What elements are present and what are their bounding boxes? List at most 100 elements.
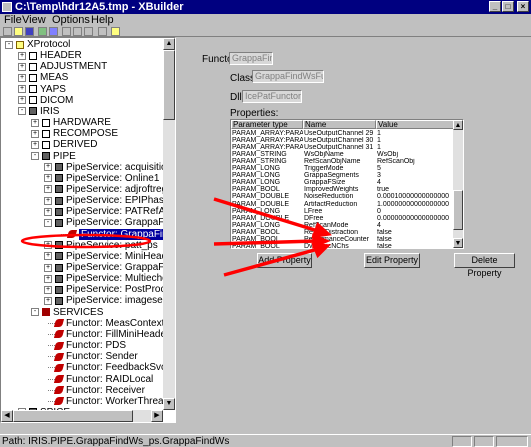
cell-param-type[interactable]: PARAM_BOOL <box>232 236 303 243</box>
cell-param-type[interactable]: PARAM_DOUBLE <box>232 215 303 222</box>
tree-expander-plus-icon[interactable]: + <box>44 285 52 294</box>
tree-item[interactable]: PipeService: MultiechoPipeService <box>66 273 175 284</box>
properties-vscrollbar[interactable]: ▲ ▼ <box>453 120 463 248</box>
cell-param-type[interactable]: PARAM_BOOL <box>232 186 303 193</box>
cell-value[interactable]: 5 <box>377 165 452 172</box>
tree-expander-plus-icon[interactable]: + <box>44 263 52 272</box>
properties-table[interactable]: Parameter type Name Value PARAM_ARRAY:PA… <box>230 119 464 249</box>
tree-expander-plus-icon[interactable]: + <box>44 207 52 216</box>
cell-param-type[interactable]: PARAM_DOUBLE <box>232 193 303 200</box>
tree-hscrollbar[interactable]: ◀ ▶ <box>1 410 163 422</box>
tree-expander-plus-icon[interactable]: + <box>44 163 52 172</box>
tree-item[interactable]: Functor: RAIDLocal <box>66 374 153 385</box>
edit-property-button[interactable]: Edit Property <box>364 253 420 268</box>
cell-value[interactable]: 4 <box>377 222 452 229</box>
menu-view[interactable]: View <box>22 14 46 26</box>
tree-item[interactable]: PipeService: MiniHeadFillDecorator_p <box>66 251 175 262</box>
tree-item[interactable]: PipeService: GrappaFindWs_ps <box>66 217 175 228</box>
tree-item[interactable]: Functor: MeasContext <box>66 318 164 329</box>
tree-item[interactable]: DERIVED <box>53 139 97 150</box>
cell-value[interactable]: 1 <box>377 144 452 151</box>
tree-icon[interactable] <box>38 27 47 36</box>
menu-file[interactable]: File <box>4 14 22 26</box>
col-header-name[interactable]: Name <box>303 120 376 129</box>
cell-name[interactable]: DynamicNChs <box>304 243 376 248</box>
tree-expander-minus-icon[interactable]: - <box>18 107 26 116</box>
tree-vscrollbar[interactable]: ▲ ▼ <box>163 38 175 410</box>
cell-value[interactable]: false <box>377 243 452 248</box>
cell-name[interactable]: UseOutputChannel 30 <box>304 137 376 144</box>
cell-name[interactable]: WsObjName <box>304 151 376 158</box>
paste-icon[interactable] <box>84 27 93 36</box>
tree-item[interactable]: Functor: GrappaFindWs <box>79 228 175 240</box>
cell-value[interactable]: 0.00010000000000000 <box>377 193 452 200</box>
tree-expander-plus-icon[interactable]: + <box>31 140 39 149</box>
cell-name[interactable]: RefScanObjName <box>304 158 376 165</box>
cell-param-type[interactable]: PARAM_BOOL <box>232 229 303 236</box>
tree-item[interactable]: PipeService: PATRefAndImaData <box>66 206 175 217</box>
tree-expander-plus-icon[interactable]: + <box>18 85 26 94</box>
tree-item[interactable]: ADJUSTMENT <box>40 61 107 72</box>
tree-item[interactable]: Functor: WorkerThreadDispenser <box>66 396 175 407</box>
tree-expander-plus-icon[interactable]: + <box>18 73 26 82</box>
tree-expander-minus-icon[interactable]: - <box>31 152 39 160</box>
tree-item[interactable]: RECOMPOSE <box>53 128 118 139</box>
print-icon[interactable] <box>98 27 107 36</box>
tree-item[interactable]: Functor: FeedbackSvc <box>66 362 166 373</box>
tree-expander-plus-icon[interactable]: + <box>44 296 52 305</box>
cell-name[interactable]: ImprovedWeights <box>304 186 376 193</box>
cell-value[interactable]: WsObj <box>377 151 452 158</box>
list-icon[interactable] <box>49 27 58 36</box>
col-header-value[interactable]: Value <box>376 120 455 129</box>
tree-item[interactable]: HARDWARE <box>53 117 111 128</box>
cell-name[interactable]: NoiseReduction <box>304 193 376 200</box>
cell-value[interactable]: 3 <box>377 172 452 179</box>
open-icon[interactable] <box>14 27 23 36</box>
cell-param-type[interactable]: PARAM_DOUBLE <box>232 201 303 208</box>
tree-item[interactable]: PipeService: PostProc <box>66 284 166 295</box>
tree-expander-plus-icon[interactable]: + <box>44 252 52 261</box>
cell-value[interactable]: 4 <box>377 179 452 186</box>
cell-name[interactable]: UseOutputChannel 31 <box>304 144 376 151</box>
tree-item[interactable]: PipeService: adjroftregrid_ps <box>66 184 175 195</box>
functor-field[interactable]: GrappaFindWs <box>229 52 273 65</box>
save-icon[interactable] <box>25 27 34 36</box>
cell-value[interactable]: 0 <box>377 208 452 215</box>
scroll-down-icon[interactable]: ▼ <box>163 398 175 410</box>
copy-icon[interactable] <box>73 27 82 36</box>
cell-name[interactable]: GrappaFSize <box>304 179 376 186</box>
tree-expander-plus-icon[interactable]: + <box>44 274 52 283</box>
tree-hscroll-thumb[interactable] <box>13 410 133 422</box>
cell-param-type[interactable]: PARAM_STRING <box>232 158 303 165</box>
tree-item[interactable]: PipeService: acquisition <box>66 162 172 173</box>
help-icon[interactable] <box>111 27 120 36</box>
cell-value[interactable]: 1 <box>377 130 452 137</box>
props-scroll-thumb[interactable] <box>453 190 463 230</box>
cell-param-type[interactable]: PARAM_LONG <box>232 222 303 229</box>
cell-param-type[interactable]: PARAM_STRING <box>232 151 303 158</box>
tree-expander-plus-icon[interactable]: + <box>31 118 39 127</box>
maximize-button[interactable]: □ <box>502 1 514 12</box>
tree-item[interactable]: PipeService: imagesend_ps <box>66 295 175 306</box>
tree-item[interactable]: IRIS <box>40 106 59 117</box>
tree-item[interactable]: PipeService: EPIPhaseCorrPE_ps <box>66 195 175 206</box>
col-header-type[interactable]: Parameter type <box>231 120 303 129</box>
tree-expander-minus-icon[interactable]: - <box>5 40 13 49</box>
cell-value[interactable]: RefScanObj <box>377 158 452 165</box>
scroll-left-icon[interactable]: ◀ <box>1 410 13 422</box>
cell-name[interactable]: UseOutputChannel 29 <box>304 130 376 137</box>
tree-item[interactable]: PipeService: patt_ps <box>66 240 158 251</box>
cell-value[interactable]: 0.00000000000000000 <box>377 215 452 222</box>
tree-item[interactable]: PipeService: GrappaFunctor_ps <box>66 262 175 273</box>
tree-expander-plus-icon[interactable]: + <box>18 62 26 71</box>
cell-param-type[interactable]: PARAM_LONG <box>232 165 303 172</box>
minimize-button[interactable]: _ <box>489 1 501 12</box>
tree-item[interactable]: YAPS <box>40 84 66 95</box>
tree-view[interactable]: - XProtocol + HEADER + ADJUSTMENT + MEAS + YAPS + D… <box>0 37 176 423</box>
tree-expander-minus-icon[interactable]: - <box>31 308 39 317</box>
cell-param-type[interactable]: PARAM_LONG <box>232 208 303 215</box>
cell-name[interactable]: ArtifactReduction <box>304 201 376 208</box>
cell-name[interactable]: LFree <box>304 208 376 215</box>
tree-item[interactable]: Functor: PDS <box>66 340 126 351</box>
tree-item[interactable]: PipeService: Online1 <box>66 173 159 184</box>
